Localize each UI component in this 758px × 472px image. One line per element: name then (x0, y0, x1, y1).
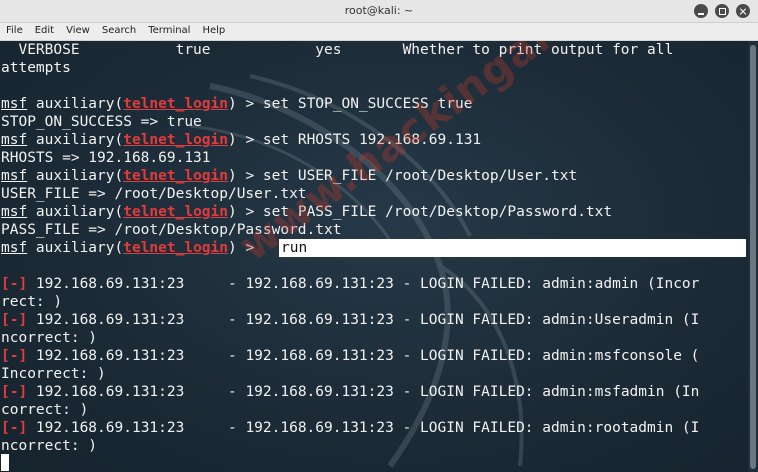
menu-file[interactable]: File (0, 23, 29, 40)
result-line: [-] 192.168.69.131:23 - 192.168.69.131:2… (1, 383, 699, 401)
scrollbar-thumb[interactable] (750, 45, 756, 469)
prompt-module-word: auxiliary( (27, 204, 124, 220)
result-wrap: rect: ) (1, 294, 63, 310)
prompt-line: msf auxiliary(telnet_login) > set USER_F… (1, 167, 577, 185)
command-output: USER_FILE => /root/Desktop/User.txt (1, 186, 307, 202)
menu-search[interactable]: Search (96, 23, 142, 40)
result-line: [-] 192.168.69.131:23 - 192.168.69.131:2… (1, 419, 699, 437)
prompt-prefix: msf (1, 96, 28, 112)
prompt-suffix: ) > (228, 132, 263, 148)
window-title: root@kali: ~ (344, 4, 414, 17)
prompt-prefix: msf (1, 132, 28, 148)
command-output: RHOSTS => 192.168.69.131 (1, 150, 211, 166)
result-text: 192.168.69.131:23 - 192.168.69.131:23 - … (27, 384, 700, 400)
result-line: [-] 192.168.69.131:23 - 192.168.69.131:2… (1, 275, 699, 293)
close-button[interactable] (736, 4, 750, 18)
prompt-prefix: msf (1, 204, 28, 220)
result-text: 192.168.69.131:23 - 192.168.69.131:23 - … (27, 420, 700, 436)
run-command-highlight (279, 239, 746, 257)
prompt-module-word: auxiliary( (27, 96, 124, 112)
fail-marker: [-] (1, 420, 28, 436)
module-name: telnet_login (123, 204, 228, 220)
prompt-prefix: msf (1, 168, 28, 184)
maximize-button[interactable] (715, 4, 729, 18)
module-name: telnet_login (123, 96, 228, 112)
minimize-button[interactable] (694, 4, 708, 18)
scrollbar[interactable] (748, 41, 758, 472)
menu-help[interactable]: Help (196, 23, 231, 40)
fail-marker: [-] (1, 276, 28, 292)
result-wrap: ncorrect: ) (1, 438, 98, 454)
menu-bar: File Edit View Search Terminal Help (0, 23, 758, 41)
terminal-area[interactable]: VERBOSE true yes Whether to print output… (0, 41, 758, 472)
module-name: telnet_login (123, 132, 228, 148)
result-line: [-] 192.168.69.131:23 - 192.168.69.131:2… (1, 311, 699, 329)
wrapped-text: attempts (1, 60, 71, 76)
verbose-option-row: VERBOSE true yes Whether to print output… (1, 42, 674, 58)
prompt-module-word: auxiliary( (27, 132, 124, 148)
fail-marker: [-] (1, 348, 28, 364)
command-output: STOP_ON_SUCCESS => true (1, 114, 202, 130)
title-bar: root@kali: ~ (0, 0, 758, 23)
menu-terminal[interactable]: Terminal (142, 23, 196, 40)
fail-marker: [-] (1, 312, 28, 328)
prompt-line: msf auxiliary(telnet_login) > (1, 239, 263, 257)
text-cursor (1, 454, 9, 471)
prompt-prefix: msf (1, 240, 28, 256)
result-text: 192.168.69.131:23 - 192.168.69.131:23 - … (27, 276, 700, 292)
prompt-module-word: auxiliary( (27, 240, 124, 256)
fail-marker: [-] (1, 384, 28, 400)
window-controls (694, 4, 750, 18)
prompt-suffix: ) > (228, 96, 263, 112)
result-text: 192.168.69.131:23 - 192.168.69.131:23 - … (27, 312, 700, 328)
prompt-module-word: auxiliary( (27, 168, 124, 184)
menu-view[interactable]: View (60, 23, 96, 40)
menu-edit[interactable]: Edit (29, 23, 60, 40)
module-name: telnet_login (123, 240, 228, 256)
result-wrap: correct: ) (1, 402, 89, 418)
result-line: [-] 192.168.69.131:23 - 192.168.69.131:2… (1, 347, 699, 365)
result-text: 192.168.69.131:23 - 192.168.69.131:23 - … (27, 348, 700, 364)
result-wrap: Incorrect: ) (1, 366, 106, 382)
result-wrap: ncorrect: ) (1, 330, 98, 346)
prompt-suffix: ) > (228, 168, 263, 184)
module-name: telnet_login (123, 168, 228, 184)
